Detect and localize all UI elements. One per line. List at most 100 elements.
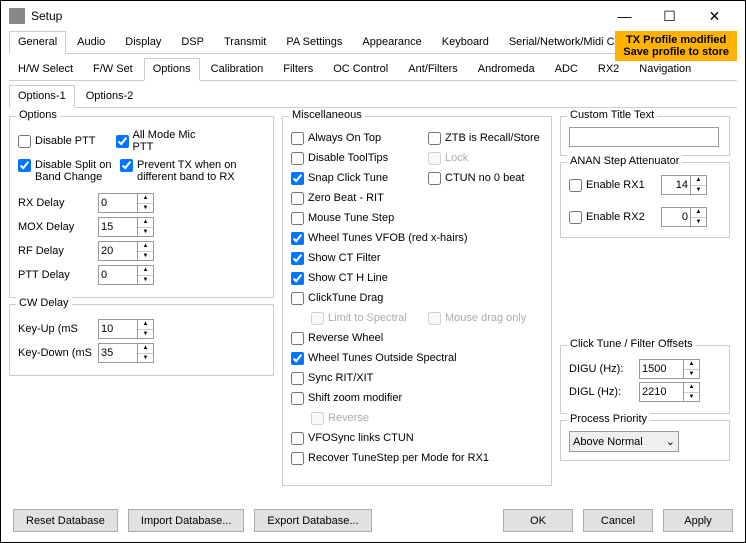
group-options: Options Disable PTT All Mode Mic PTT Dis…	[9, 116, 274, 298]
tab-appearance[interactable]: Appearance	[353, 31, 430, 53]
apply-button[interactable]: Apply	[663, 509, 733, 532]
group-title-text: Custom Title Text	[560, 116, 730, 156]
priority-select[interactable]: Above Normal	[569, 431, 679, 452]
rx2-att-spinner[interactable]: ▲▼	[691, 207, 707, 227]
tx-profile-line2: Save profile to store	[623, 46, 729, 58]
tx-profile-warning[interactable]: TX Profile modified Save profile to stor…	[615, 31, 737, 61]
shift-zoom-label: Shift zoom modifier	[308, 392, 402, 404]
reverse-wheel-label: Reverse Wheel	[308, 332, 383, 344]
title-text-input[interactable]	[569, 127, 719, 147]
enable-rx2-checkbox[interactable]	[569, 211, 582, 224]
snap-checkbox[interactable]	[291, 172, 304, 185]
rx-delay-input[interactable]	[98, 193, 138, 213]
tab-oc-control[interactable]: OC Control	[324, 58, 397, 80]
import-database-button[interactable]: Import Database...	[128, 509, 245, 532]
disable-ptt-checkbox[interactable]	[18, 135, 31, 148]
keydown-spinner[interactable]: ▲▼	[138, 343, 154, 363]
disable-tooltips-checkbox[interactable]	[291, 152, 304, 165]
digl-spinner[interactable]: ▲▼	[684, 382, 700, 402]
reverse-label: Reverse	[328, 412, 369, 424]
keyup-input[interactable]	[98, 319, 138, 339]
mox-delay-spinner[interactable]: ▲▼	[138, 217, 154, 237]
mouse-tune-checkbox[interactable]	[291, 212, 304, 225]
tab-fw-set[interactable]: F/W Set	[84, 58, 142, 80]
tab-audio[interactable]: Audio	[68, 31, 114, 53]
ok-button[interactable]: OK	[503, 509, 573, 532]
tab-andromeda[interactable]: Andromeda	[469, 58, 544, 80]
ptt-delay-input[interactable]	[98, 265, 138, 285]
tab-dsp[interactable]: DSP	[172, 31, 213, 53]
legend-title-text: Custom Title Text	[567, 109, 657, 121]
prevent-tx-checkbox[interactable]	[120, 159, 133, 172]
close-button[interactable]: ✕	[692, 1, 737, 31]
disable-split-label: Disable Split on Band Change	[35, 159, 120, 183]
always-on-top-checkbox[interactable]	[291, 132, 304, 145]
enable-rx1-label: Enable RX1	[586, 179, 661, 191]
reverse-wheel-checkbox[interactable]	[291, 332, 304, 345]
group-misc: Miscellaneous Always On Top ZTB is Recal…	[282, 116, 552, 486]
minimize-button[interactable]: —	[602, 1, 647, 31]
tab-navigation[interactable]: Navigation	[630, 58, 700, 80]
tab-calibration[interactable]: Calibration	[202, 58, 273, 80]
rx-delay-spinner[interactable]: ▲▼	[138, 193, 154, 213]
shift-zoom-checkbox[interactable]	[291, 392, 304, 405]
show-ct-h-checkbox[interactable]	[291, 272, 304, 285]
legend-priority: Process Priority	[567, 413, 650, 425]
group-step-att: ANAN Step Attenuator Enable RX1 ▲▼ Enabl…	[560, 162, 730, 238]
rx1-att-input[interactable]	[661, 175, 691, 195]
mox-delay-input[interactable]	[98, 217, 138, 237]
tab-options-1[interactable]: Options-1	[9, 85, 75, 108]
tab-adc[interactable]: ADC	[546, 58, 587, 80]
mox-delay-label: MOX Delay	[18, 221, 98, 233]
tab-options-2[interactable]: Options-2	[77, 85, 143, 107]
disable-split-checkbox[interactable]	[18, 159, 31, 172]
tab-keyboard[interactable]: Keyboard	[433, 31, 498, 53]
keydown-input[interactable]	[98, 343, 138, 363]
maximize-button[interactable]: ☐	[647, 1, 692, 31]
keyup-label: Key-Up (mS	[18, 323, 98, 335]
export-database-button[interactable]: Export Database...	[254, 509, 371, 532]
tab-transmit[interactable]: Transmit	[215, 31, 275, 53]
wheel-outside-checkbox[interactable]	[291, 352, 304, 365]
tab-general[interactable]: General	[9, 31, 66, 54]
vfosync-label: VFOSync links CTUN	[308, 432, 414, 444]
tab-filters[interactable]: Filters	[274, 58, 322, 80]
tab-hw-select[interactable]: H/W Select	[9, 58, 82, 80]
all-mode-mic-label: All Mode Mic PTT	[133, 129, 213, 153]
tab-display[interactable]: Display	[116, 31, 170, 53]
tab-ant-filters[interactable]: Ant/Filters	[399, 58, 467, 80]
digu-input[interactable]	[639, 359, 684, 379]
sync-rit-label: Sync RIT/XIT	[308, 372, 373, 384]
wheel-vfob-checkbox[interactable]	[291, 232, 304, 245]
enable-rx1-checkbox[interactable]	[569, 179, 582, 192]
tab-rx2[interactable]: RX2	[589, 58, 628, 80]
sync-rit-checkbox[interactable]	[291, 372, 304, 385]
digl-input[interactable]	[639, 382, 684, 402]
show-ct-filter-label: Show CT Filter	[308, 252, 381, 264]
clicktune-drag-checkbox[interactable]	[291, 292, 304, 305]
snap-label: Snap Click Tune	[308, 172, 428, 184]
all-mode-mic-checkbox[interactable]	[116, 135, 129, 148]
disable-tooltips-label: Disable ToolTips	[308, 152, 428, 164]
show-ct-filter-checkbox[interactable]	[291, 252, 304, 265]
legend-options: Options	[16, 109, 60, 121]
zero-beat-checkbox[interactable]	[291, 192, 304, 205]
cancel-button[interactable]: Cancel	[583, 509, 653, 532]
tab-options[interactable]: Options	[144, 58, 200, 81]
mouse-drag-only-label: Mouse drag only	[445, 312, 526, 324]
tab-pa-settings[interactable]: PA Settings	[277, 31, 351, 53]
rx1-att-spinner[interactable]: ▲▼	[691, 175, 707, 195]
ptt-delay-spinner[interactable]: ▲▼	[138, 265, 154, 285]
digu-spinner[interactable]: ▲▼	[684, 359, 700, 379]
rf-delay-spinner[interactable]: ▲▼	[138, 241, 154, 261]
ztb-checkbox[interactable]	[428, 132, 441, 145]
reset-database-button[interactable]: Reset Database	[13, 509, 118, 532]
keyup-spinner[interactable]: ▲▼	[138, 319, 154, 339]
vfosync-checkbox[interactable]	[291, 432, 304, 445]
ctun0-checkbox[interactable]	[428, 172, 441, 185]
button-bar: Reset Database Import Database... Export…	[1, 509, 745, 532]
rx2-att-input[interactable]	[661, 207, 691, 227]
rf-delay-input[interactable]	[98, 241, 138, 261]
limit-spectral-checkbox	[311, 312, 324, 325]
recover-checkbox[interactable]	[291, 452, 304, 465]
